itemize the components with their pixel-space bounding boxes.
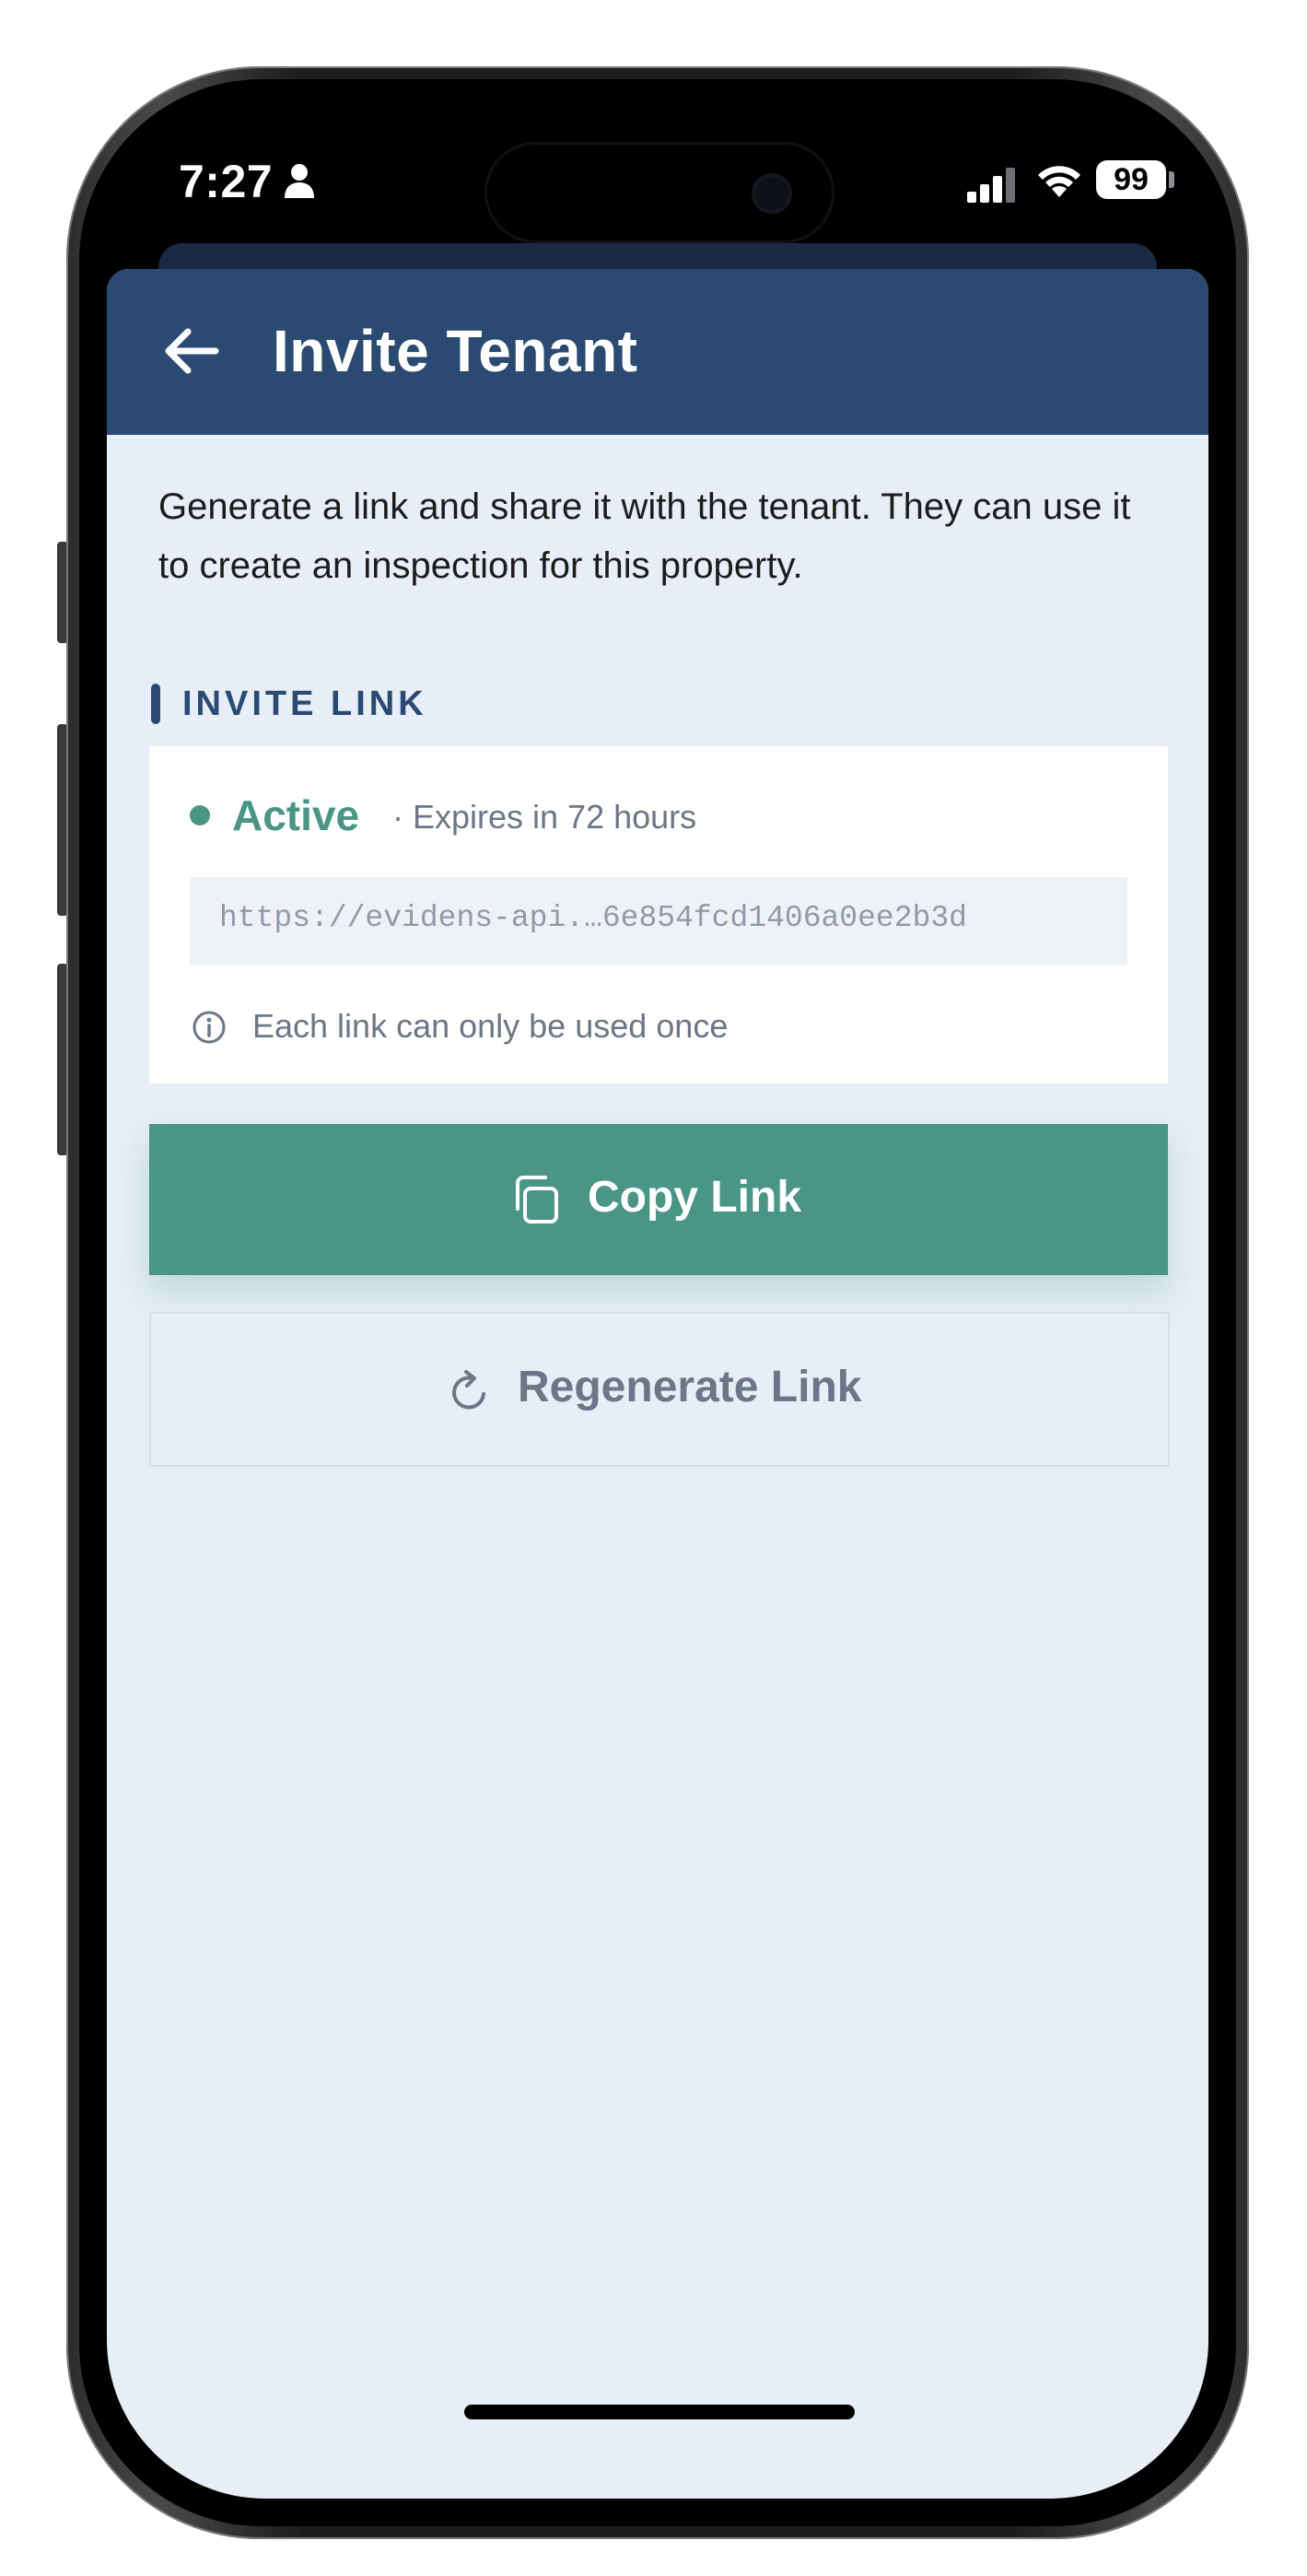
- home-indicator[interactable]: [464, 2405, 855, 2419]
- status-dot: [190, 805, 210, 825]
- phone-screen: 7:27 99 Invite Tenant Generate a link an…: [107, 107, 1208, 2499]
- refresh-icon: [452, 1370, 485, 1410]
- regenerate-link-button[interactable]: Regenerate Link: [149, 1312, 1170, 1467]
- section-accent-bar: [151, 684, 160, 724]
- copy-link-button[interactable]: Copy Link: [149, 1124, 1168, 1275]
- person-icon: [285, 164, 314, 198]
- invite-tenant-sheet: Invite Tenant Generate a link and share …: [107, 269, 1208, 2499]
- page-title: Invite Tenant: [273, 318, 638, 384]
- section-title: INVITE LINK: [182, 685, 427, 723]
- screenshot-canvas: 7:27 99 Invite Tenant Generate a link an…: [0, 0, 1307, 2576]
- front-camera: [752, 173, 792, 214]
- expiry-text: · Expires in 72 hours: [392, 798, 697, 836]
- info-icon: [193, 1011, 226, 1044]
- invite-link-card: Active · Expires in 72 hours https://evi…: [149, 746, 1168, 1083]
- invite-link-field[interactable]: https://evidens-api.…6e854fcd1406a0ee2b3…: [190, 877, 1127, 966]
- battery-nub: [1169, 171, 1174, 188]
- status-time: 7:27: [179, 156, 274, 207]
- signal-icon: [967, 168, 1015, 203]
- invite-link-text: https://evidens-api.…6e854fcd1406a0ee2b3…: [219, 901, 967, 935]
- copy-link-label: Copy Link: [588, 1173, 802, 1222]
- description-text: Generate a link and share it with the te…: [158, 486, 1131, 586]
- battery-icon: 99: [1096, 160, 1166, 199]
- regenerate-link-label: Regenerate Link: [518, 1363, 862, 1411]
- copy-icon: [516, 1176, 558, 1224]
- single-use-note: Each link can only be used once: [252, 1007, 729, 1045]
- wifi-icon: [1038, 166, 1080, 197]
- status-badge: Active: [232, 791, 360, 839]
- arrow-left-icon[interactable]: [160, 321, 221, 381]
- app-header: Invite Tenant: [107, 269, 1208, 435]
